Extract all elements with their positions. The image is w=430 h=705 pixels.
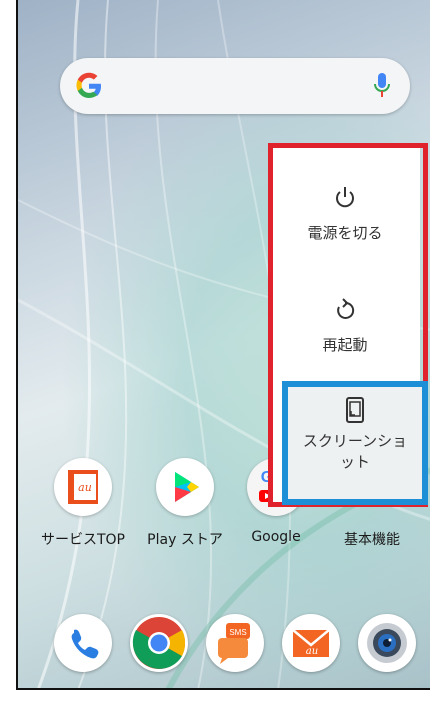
svg-text:au: au	[306, 646, 318, 657]
svg-text:au: au	[78, 481, 92, 494]
phone-icon[interactable]	[54, 614, 112, 672]
google-g-icon	[76, 72, 101, 98]
app-play-store[interactable]: Play ストア	[140, 458, 230, 549]
au-mail-icon[interactable]: au	[282, 614, 340, 672]
microphone-icon[interactable]	[372, 72, 392, 100]
play-store-icon	[156, 458, 214, 516]
chrome-icon[interactable]	[130, 614, 188, 672]
app-service-top[interactable]: au サービスTOP	[38, 458, 128, 549]
screenshot-icon	[346, 397, 364, 423]
screenshot-button[interactable]: スクリーンショ ット	[282, 381, 428, 505]
au-service-top-icon: au	[54, 458, 112, 516]
svg-text:SMS: SMS	[229, 628, 246, 637]
sms-icon[interactable]: SMS	[206, 614, 264, 672]
google-search-bar[interactable]	[60, 58, 410, 114]
camera-icon[interactable]	[358, 614, 416, 672]
